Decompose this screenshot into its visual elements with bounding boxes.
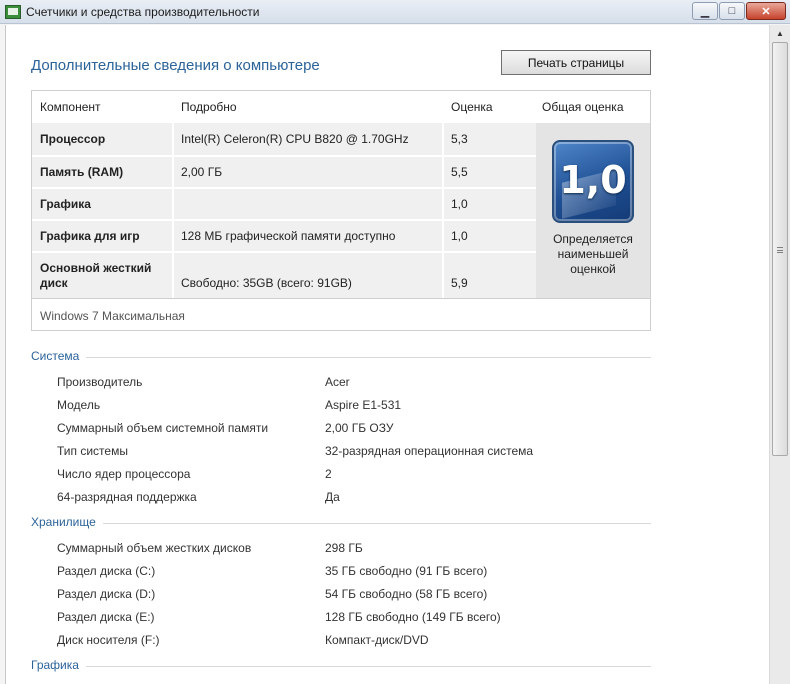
page-title: Дополнительные сведения о компьютере xyxy=(31,57,320,74)
component-name: Графика для игр xyxy=(40,229,140,243)
spec-value: 298 ГБ xyxy=(325,541,363,555)
component-score: 1,0 xyxy=(451,229,468,243)
spec-value: Aspire E1-531 xyxy=(325,398,402,412)
section-divider xyxy=(86,666,651,667)
column-overall: Общая оценка xyxy=(542,100,624,114)
spec-key: Производитель xyxy=(57,375,143,389)
column-component: Компонент xyxy=(40,100,101,114)
component-score: 1,0 xyxy=(451,197,468,211)
os-edition: Windows 7 Максимальная xyxy=(40,309,185,323)
minimize-button[interactable]: ▁ xyxy=(692,2,718,20)
spec-value: 2,00 ГБ ОЗУ xyxy=(325,421,394,435)
component-score: 5,3 xyxy=(451,132,468,146)
spec-key: 64-разрядная поддержка xyxy=(57,490,197,504)
scrollbar-thumb[interactable] xyxy=(772,42,788,456)
rating-row-gaming-graphics: Графика для игр 128 МБ графической памят… xyxy=(32,221,536,251)
section-title-system: Система xyxy=(31,349,80,363)
os-edition-row: Windows 7 Максимальная xyxy=(32,298,650,330)
component-detail: 2,00 ГБ xyxy=(181,165,223,179)
section-divider xyxy=(86,357,651,358)
column-score: Оценка xyxy=(451,100,493,114)
spec-value: 32-разрядная операционная система xyxy=(325,444,534,458)
spec-value: Компакт-диск/DVD xyxy=(325,633,429,647)
overall-score-panel: 1,0 Определяется наименьшей оценкой xyxy=(536,123,650,298)
column-detail: Подробно xyxy=(181,100,237,114)
overall-score-note: Определяется наименьшей оценкой xyxy=(553,232,633,276)
component-score: 5,9 xyxy=(451,276,468,290)
spec-key: Число ядер процессора xyxy=(57,467,191,481)
rating-table: Компонент Подробно Оценка Общая оценка П… xyxy=(31,90,651,331)
spec-key: Диск носителя (F:) xyxy=(57,633,160,647)
rating-table-header: Компонент Подробно Оценка Общая оценка xyxy=(32,91,650,123)
spec-value: 128 ГБ свободно (149 ГБ всего) xyxy=(325,610,501,624)
spec-value: Acer xyxy=(325,375,350,389)
rating-row-ram: Память (RAM) 2,00 ГБ 5,5 xyxy=(32,157,536,187)
spec-value: 35 ГБ свободно (91 ГБ всего) xyxy=(325,564,488,578)
maximize-button[interactable]: □ xyxy=(719,2,745,20)
component-score: 5,5 xyxy=(451,165,468,179)
component-name: Память (RAM) xyxy=(40,165,124,179)
spec-key: Раздел диска (D:) xyxy=(57,587,156,601)
window-controls: ▁ □ ✕ xyxy=(691,2,786,20)
spec-key: Раздел диска (C:) xyxy=(57,564,156,578)
component-name: Процессор xyxy=(40,132,106,146)
overall-score: 1,0 xyxy=(559,158,627,202)
section-title-storage: Хранилище xyxy=(31,515,96,529)
spec-key: Суммарный объем жестких дисков xyxy=(57,541,252,555)
performance-app-icon xyxy=(5,5,21,19)
spec-key: Модель xyxy=(57,398,101,412)
spec-key: Суммарный объем системной памяти xyxy=(57,421,269,435)
window-title: Счетчики и средства производительности xyxy=(26,5,260,19)
spec-value: 54 ГБ свободно (58 ГБ всего) xyxy=(325,587,488,601)
windows-score-badge-icon[interactable]: 1,0 xyxy=(552,140,634,223)
component-name: Основной жесткий диск xyxy=(40,261,152,290)
spec-key: Раздел диска (E:) xyxy=(57,610,155,624)
rating-row-cpu: Процессор Intel(R) Celeron(R) CPU B820 @… xyxy=(32,123,536,155)
section-title-graphics: Графика xyxy=(31,658,79,672)
print-page-button[interactable]: Печать страницы xyxy=(501,50,651,75)
rating-row-graphics: Графика 1,0 xyxy=(32,189,536,219)
component-detail: Intel(R) Celeron(R) CPU B820 @ 1.70GHz xyxy=(181,132,409,146)
scroll-up-arrow-icon[interactable]: ▲ xyxy=(770,25,790,42)
close-button[interactable]: ✕ xyxy=(746,2,786,20)
spec-key: Тип системы xyxy=(57,444,128,458)
rating-row-disk: Основной жесткий диск Свободно: 35GB (вс… xyxy=(32,253,536,298)
window-titlebar[interactable]: Счетчики и средства производительности ▁… xyxy=(0,0,790,24)
component-detail: Свободно: 35GB (всего: 91GB) xyxy=(181,276,352,290)
component-detail: 128 МБ графической памяти доступно xyxy=(181,229,396,243)
component-name: Графика xyxy=(40,197,91,211)
spec-value: Да xyxy=(325,490,340,504)
vertical-scrollbar[interactable]: ▲ xyxy=(769,25,790,684)
spec-value: 2 xyxy=(325,467,332,481)
scrollbar-grip-icon xyxy=(777,247,783,253)
section-divider xyxy=(103,523,651,524)
